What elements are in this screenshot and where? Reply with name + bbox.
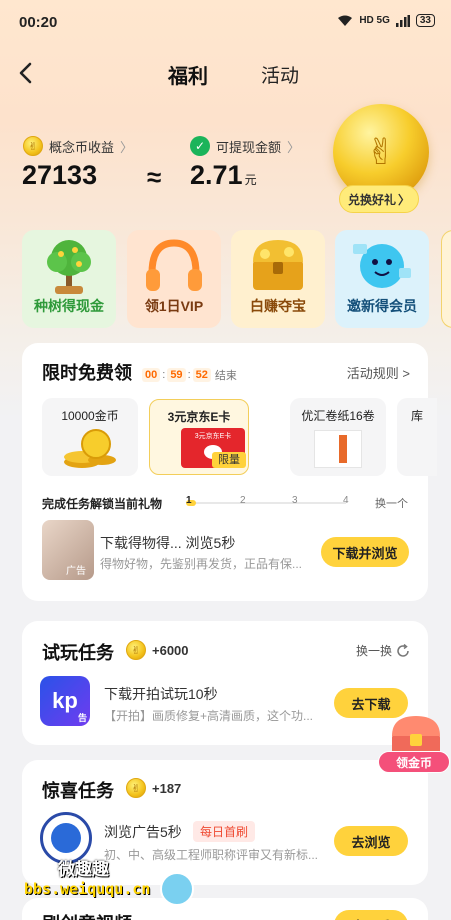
gift-label: 库	[411, 409, 424, 423]
limited-tag: 限量	[212, 452, 246, 468]
task-desc: 得物好物，先鉴别再发货，正品有保...	[100, 557, 303, 571]
task-title: 下载得物得... 浏览5秒	[100, 535, 236, 551]
gift-next-peek[interactable]: 库	[397, 398, 437, 476]
promo-treasure[interactable]: 白赚夺宝	[231, 230, 325, 328]
trial-task-desc: 【开拍】画质修复+高清画质，这个功...	[104, 709, 314, 723]
back-arrow-icon[interactable]	[16, 60, 36, 86]
timer-hours: 00	[142, 368, 161, 382]
surprise-task-title: 浏览广告5秒	[104, 824, 182, 840]
coin-icon: ✌	[126, 640, 146, 660]
headphones-icon	[127, 230, 221, 300]
chevron-right-icon: 〉	[120, 139, 134, 155]
tab-activity[interactable]: 活动	[261, 61, 299, 88]
wifi-icon	[338, 15, 353, 26]
refresh-icon	[397, 643, 409, 657]
money-tree-icon	[22, 230, 116, 300]
clock: 00:20	[19, 14, 58, 31]
promo-label: 种树得现金	[34, 298, 104, 314]
cash-value: 2.71	[190, 160, 243, 190]
coin-icon: ✌	[23, 136, 43, 156]
surprise-reward-value: +187	[152, 780, 182, 796]
watermark-text: 微趣趣	[58, 860, 109, 879]
signal-icon	[395, 14, 410, 27]
exchange-label: 兑换好礼	[347, 192, 396, 207]
app-thumbnail: 广告	[42, 520, 94, 580]
countdown-timer: 00: 59: 52 结束	[142, 367, 237, 383]
ad-tag: 广告	[66, 566, 86, 577]
timer-seconds: 52	[192, 368, 211, 382]
daily-first-tag: 每日首刷	[193, 821, 256, 842]
tissue-package-icon	[314, 430, 362, 468]
step-3: 3	[292, 495, 298, 506]
coin-icon: ✌	[126, 778, 146, 798]
refresh-button[interactable]: 换一换	[356, 642, 410, 659]
step-1: 1	[186, 495, 192, 506]
watermark-url: bbs.weiququ.cn	[24, 880, 151, 898]
step-4: 4	[343, 495, 349, 506]
chevron-right-icon: 〉	[398, 192, 411, 207]
trial-reward: ✌ +6000	[126, 640, 189, 660]
gift-jd-card[interactable]: 3元京东E卡 3元京东E卡 限量	[149, 399, 249, 475]
checkmark-icon: ✓	[190, 136, 210, 156]
progress-track	[186, 500, 346, 506]
cash-label[interactable]: ✓ 可提现金额 〉	[190, 136, 300, 156]
treasure-chest-icon	[231, 230, 325, 300]
cash-unit: 元	[244, 173, 257, 187]
network-indicator: HD 5G	[359, 15, 390, 26]
refresh-label: 换一换	[355, 644, 392, 658]
tab-welfare[interactable]: 福利	[168, 60, 208, 89]
blue-mascot-icon	[335, 230, 429, 300]
trial-reward-value: +6000	[152, 642, 189, 658]
promo-label: 领1日VIP	[144, 298, 204, 314]
ad-tag: 告	[77, 713, 87, 723]
gift-label: 10000金币	[61, 409, 119, 423]
go-watch-button[interactable]: 去观看	[334, 910, 408, 920]
trial-task-title: 下载开拍试玩10秒	[104, 686, 218, 702]
coin-income-label[interactable]: ✌ 概念币收益 〉	[23, 136, 133, 156]
go-browse-button[interactable]: 去浏览	[334, 826, 408, 856]
watermark-avatar-icon	[160, 872, 194, 906]
step-2: 2	[240, 495, 246, 506]
gift-coins[interactable]: 10000金币	[42, 398, 138, 476]
promo-label: 邀新得会员	[347, 298, 417, 314]
jd-card-text: 3元京东E卡	[194, 433, 232, 440]
promo-label: 白赚夺宝	[250, 298, 306, 314]
gift-label: 3元京东E卡	[167, 410, 231, 424]
promo-plant-tree[interactable]: 种树得现金	[22, 230, 116, 328]
surprise-reward: ✌ +187	[126, 778, 181, 798]
approx-sign: ≈	[147, 162, 162, 192]
gold-coins-icon	[64, 429, 116, 468]
promo-next-peek	[441, 230, 451, 328]
switch-gift-button[interactable]: 换一个	[375, 495, 408, 511]
status-bar: 00:20 HD 5G 33	[0, 0, 451, 44]
download-browse-button[interactable]: 下载并浏览	[321, 537, 409, 567]
kaipai-app-icon: kp 告	[40, 676, 90, 726]
timer-minutes: 59	[167, 368, 186, 382]
timer-suffix: 结束	[214, 370, 237, 382]
gift-tissue[interactable]: 优汇卷纸16卷	[290, 398, 386, 476]
chevron-right-icon: 〉	[287, 139, 301, 155]
creative-video-card: 刷创意视频 去观看	[22, 898, 428, 920]
activity-rules-link[interactable]: 活动规则 >	[347, 363, 410, 382]
promo-invite[interactable]: 邀新得会员	[335, 230, 429, 328]
claim-coins-button[interactable]: 领金币	[378, 751, 450, 773]
battery-indicator: 33	[415, 14, 435, 27]
surprise-title: 惊喜任务	[42, 781, 114, 801]
system-icons: HD 5G 33	[337, 14, 435, 27]
coin-income-text: 概念币收益	[49, 139, 115, 155]
progress-label: 完成任务解锁当前礼物	[42, 497, 163, 511]
coin-balance: 27133	[22, 160, 98, 190]
exchange-gifts-button[interactable]: 兑换好礼〉	[339, 185, 419, 213]
gift-label: 优汇卷纸16卷	[301, 409, 375, 423]
cash-amount: 2.71 元	[190, 160, 257, 191]
cash-label-text: 可提现金额	[216, 139, 282, 155]
trial-title: 试玩任务	[42, 643, 114, 663]
promo-vip[interactable]: 领1日VIP	[127, 230, 221, 328]
creative-video-title: 刷创意视频	[42, 910, 132, 920]
limited-title: 限时免费领	[42, 363, 132, 383]
surprise-task-desc: 初、中、高级工程师职称评审又有新标...	[104, 848, 319, 862]
